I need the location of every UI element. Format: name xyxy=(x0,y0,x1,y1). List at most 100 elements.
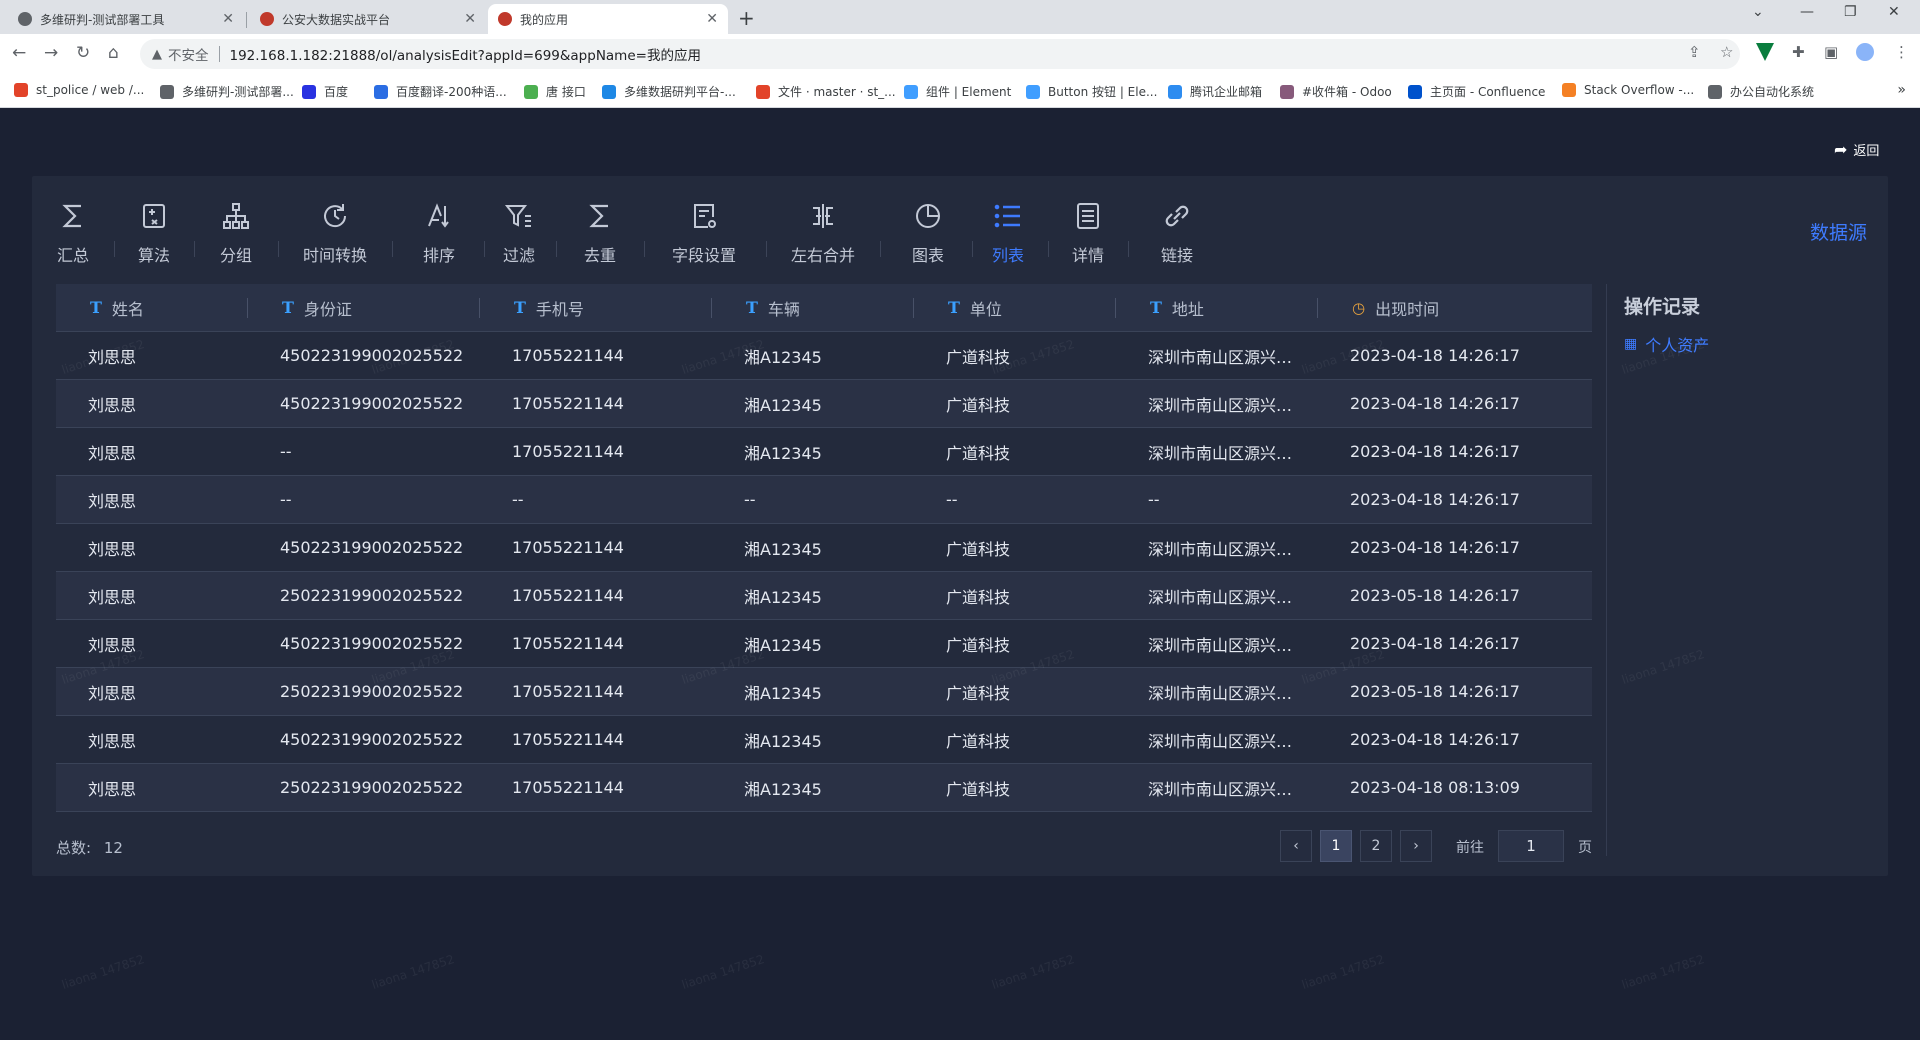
profile-avatar-icon[interactable] xyxy=(1856,43,1874,61)
browser-tab-bar: 多维研判-测试部署工具 ✕ 公安大数据实战平台 ✕ 我的应用 ✕ + ⌄ — ❐… xyxy=(0,0,1920,34)
tool-label: 详情 xyxy=(1071,246,1104,265)
bookmark-item[interactable]: #收件箱 - Odoo xyxy=(1280,83,1392,100)
time-convert-icon xyxy=(319,200,351,242)
table-row[interactable]: 刘思思 250223199002025522 17055221144 湘A12345 广… xyxy=(56,668,1592,716)
table-cell: 深圳市南山区源兴科... xyxy=(1148,347,1308,367)
bookmark-favicon-icon xyxy=(14,83,28,97)
table-row[interactable]: 刘思思 -- 17055221144 湘A12345 广道科技 深圳市南山区源兴科... 2… xyxy=(56,428,1592,476)
column-header[interactable]: T 地址 xyxy=(1116,284,1318,332)
table-row[interactable]: 刘思思 -- -- -- -- -- 2023-04-18 14:26:17 xyxy=(56,476,1592,524)
table-cell: 250223199002025522 xyxy=(280,586,464,605)
bookmark-item[interactable]: 百度翻译-200种语... xyxy=(374,83,507,100)
table-row[interactable]: 刘思思 250223199002025522 17055221144 湘A12345 广… xyxy=(56,572,1592,620)
column-header[interactable]: ◷ 出现时间 xyxy=(1318,284,1592,332)
new-tab-button[interactable]: + xyxy=(738,6,755,30)
forward-arrow-icon[interactable]: → xyxy=(44,43,58,63)
bookmark-star-icon[interactable]: ☆ xyxy=(1720,43,1733,61)
table-row[interactable]: 刘思思 450223199002025522 17055221144 湘A12345 广… xyxy=(56,380,1592,428)
minimize-icon[interactable]: — xyxy=(1800,4,1814,20)
bookmark-item[interactable]: Stack Overflow -... xyxy=(1562,83,1694,97)
tool-divider xyxy=(556,241,557,257)
column-header[interactable]: T 手机号 xyxy=(480,284,712,332)
sort-icon xyxy=(423,200,455,242)
bookmarks-more-icon[interactable]: » xyxy=(1897,82,1906,98)
bookmark-item[interactable]: 百度 xyxy=(302,83,348,100)
bookmark-label: st_police / web /... xyxy=(36,83,145,97)
table-row[interactable]: 刘思思 250223199002025522 17055221144 湘A12345 广… xyxy=(56,764,1592,812)
table-row[interactable]: 刘思思 450223199002025522 17055221144 湘A12345 广… xyxy=(56,716,1592,764)
vue-devtools-icon[interactable] xyxy=(1756,43,1774,61)
address-bar[interactable]: ▲ 不安全 192.168.1.182:21888/ol/analysisEdi… xyxy=(140,39,1740,69)
tab-close-icon[interactable]: ✕ xyxy=(222,11,234,27)
bookmark-item[interactable]: 多维数据研判平台-... xyxy=(602,83,736,100)
tool-label: 分组 xyxy=(219,246,252,265)
tool-time-convert-button[interactable]: 时间转换 xyxy=(295,200,375,266)
back-button[interactable]: ➦ 返回 xyxy=(1834,140,1879,159)
tool-link-button[interactable]: 链接 xyxy=(1137,200,1217,266)
tool-detail-button[interactable]: 详情 xyxy=(1048,200,1128,266)
tool-sigma-button[interactable]: 去重 xyxy=(560,200,640,266)
warning-icon: ▲ xyxy=(152,46,162,62)
bookmark-label: 组件 | Element xyxy=(926,85,1012,99)
restore-icon[interactable]: ❐ xyxy=(1844,4,1857,20)
column-header[interactable]: T 单位 xyxy=(914,284,1116,332)
tool-sigma-button[interactable]: 汇总 xyxy=(33,200,113,266)
table-row[interactable]: 刘思思 450223199002025522 17055221144 湘A12345 广… xyxy=(56,524,1592,572)
share-icon[interactable]: ⇪ xyxy=(1688,43,1701,61)
bookmark-item[interactable]: 办公自动化系统 xyxy=(1708,83,1814,100)
tool-merge-button[interactable]: 左右合并 xyxy=(783,200,863,266)
merge-icon xyxy=(807,200,839,242)
tool-filter-button[interactable]: 过滤 xyxy=(479,200,559,266)
url-text[interactable]: 192.168.1.182:21888/ol/analysisEdit?appI… xyxy=(230,44,701,64)
tab-divider xyxy=(246,12,247,28)
menu-kebab-icon[interactable]: ⋮ xyxy=(1894,43,1909,61)
browser-tab-1[interactable]: 多维研判-测试部署工具 ✕ xyxy=(8,4,244,34)
tab-search-chevron-icon[interactable]: ⌄ xyxy=(1752,4,1764,20)
table-cell: 2023-05-18 14:26:17 xyxy=(1350,682,1520,701)
column-header[interactable]: T 姓名 xyxy=(56,284,248,332)
bookmark-item[interactable]: 文件 · master · st_... xyxy=(756,83,896,100)
home-icon[interactable]: ⌂ xyxy=(108,43,119,63)
goto-page-input[interactable]: 1 xyxy=(1498,830,1564,862)
column-header[interactable]: T 车辆 xyxy=(712,284,914,332)
bookmark-favicon-icon xyxy=(756,84,770,99)
browser-tab-3-active[interactable]: 我的应用 ✕ xyxy=(488,4,728,34)
tab-favicon-icon xyxy=(18,12,32,26)
tab-favicon-icon xyxy=(498,12,512,26)
page-1-button[interactable]: 1 xyxy=(1320,830,1352,862)
tool-field-settings-button[interactable]: 字段设置 xyxy=(664,200,744,266)
extensions-puzzle-icon[interactable]: ✚ xyxy=(1792,43,1805,61)
bookmark-item[interactable]: 组件 | Element xyxy=(904,83,1011,100)
bookmark-item[interactable]: 多维研判-测试部署... xyxy=(160,83,294,100)
page-2-button[interactable]: 2 xyxy=(1360,830,1392,862)
datasource-link[interactable]: 数据源 xyxy=(1810,218,1867,245)
bookmark-favicon-icon xyxy=(524,84,538,99)
tool-sort-button[interactable]: 排序 xyxy=(399,200,479,266)
bookmark-item[interactable]: 唐 接口 xyxy=(524,83,586,100)
text-type-icon: T xyxy=(746,298,758,317)
table-cell: 17055221144 xyxy=(512,346,624,365)
reload-icon[interactable]: ↻ xyxy=(76,43,90,63)
text-type-icon: T xyxy=(1150,298,1162,317)
close-window-icon[interactable]: ✕ xyxy=(1888,4,1900,20)
tool-pie-chart-button[interactable]: 图表 xyxy=(888,200,968,266)
tool-calculator-button[interactable]: 算法 xyxy=(114,200,194,266)
tool-label: 列表 xyxy=(991,246,1024,265)
bookmark-item[interactable]: Button 按钮 | Ele... xyxy=(1026,83,1157,100)
next-page-button[interactable]: › xyxy=(1400,830,1432,862)
column-header-label: 单位 xyxy=(969,299,1002,319)
table-cell: 17055221144 xyxy=(512,394,624,413)
bookmark-item[interactable]: st_police / web /... xyxy=(14,83,144,97)
tool-hierarchy-button[interactable]: 分组 xyxy=(196,200,276,266)
prev-page-button[interactable]: ‹ xyxy=(1280,830,1312,862)
tab-close-icon[interactable]: ✕ xyxy=(464,11,476,27)
browser-tab-2[interactable]: 公安大数据实战平台 ✕ xyxy=(250,4,486,34)
column-header[interactable]: T 身份证 xyxy=(248,284,480,332)
bookmark-item[interactable]: 腾讯企业邮箱 xyxy=(1168,83,1262,100)
tool-list-button[interactable]: 列表 xyxy=(968,200,1048,266)
tab-close-icon[interactable]: ✕ xyxy=(706,11,718,27)
table-cell: 450223199002025522 xyxy=(280,394,464,413)
bookmark-item[interactable]: 主页面 - Confluence xyxy=(1408,83,1545,100)
back-arrow-icon[interactable]: ← xyxy=(12,43,26,63)
sidebar-icon[interactable]: ▣ xyxy=(1824,43,1838,61)
